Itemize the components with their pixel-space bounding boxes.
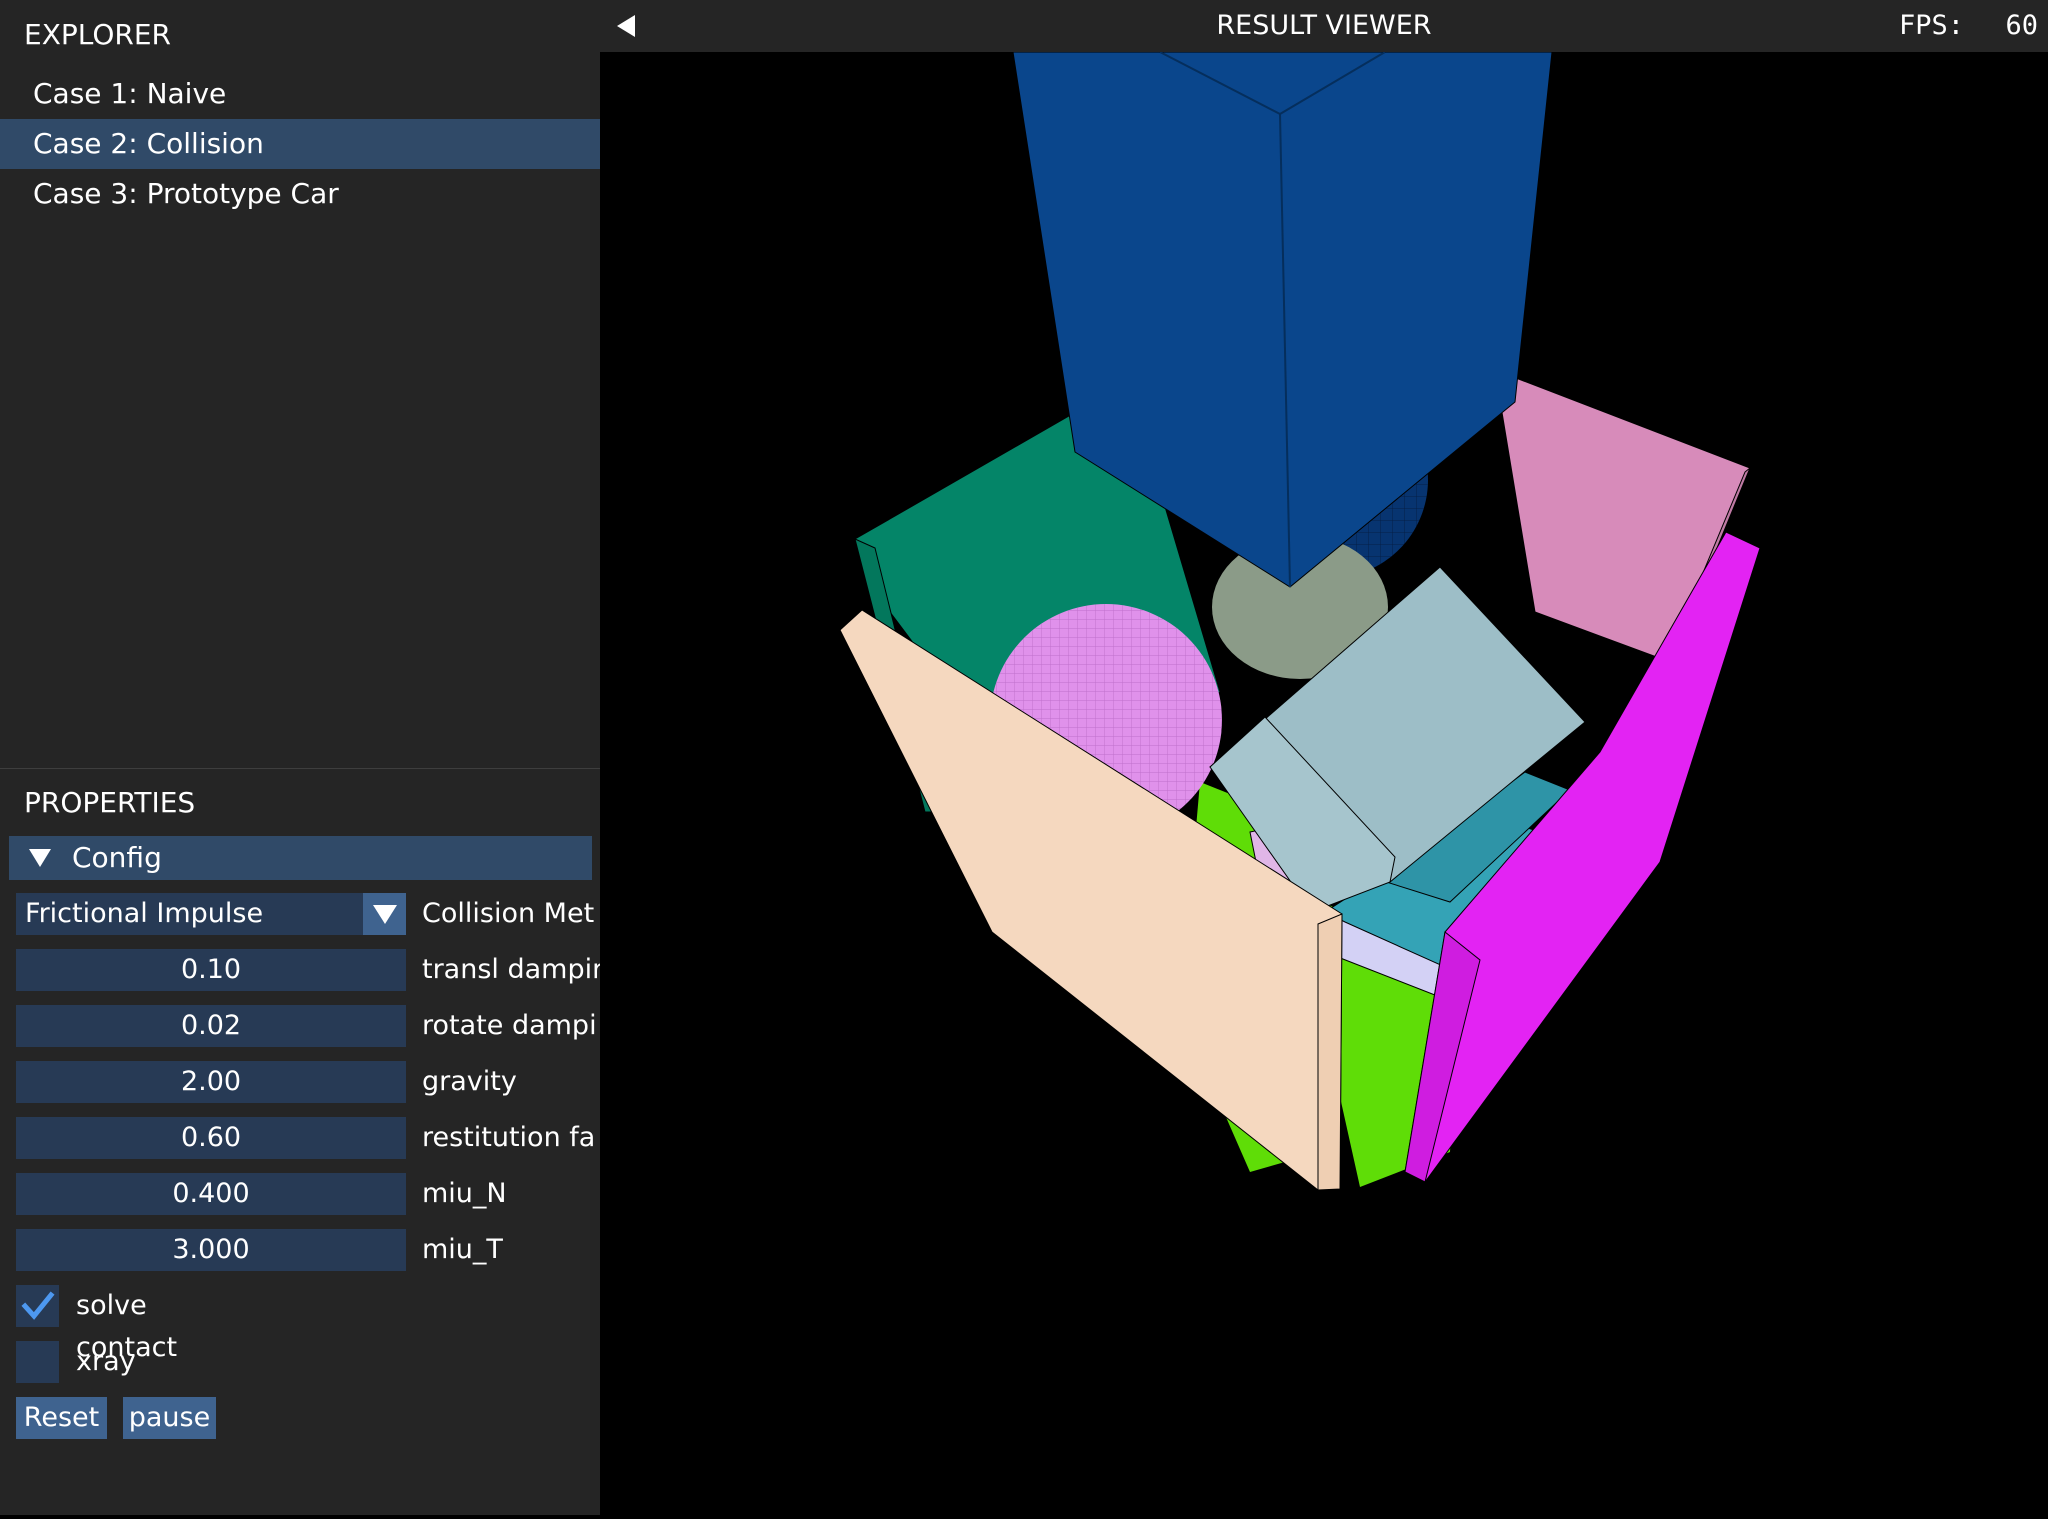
miu-t-label: miu_T <box>422 1234 503 1265</box>
rotate-damping-input[interactable]: 0.02 <box>16 1005 406 1047</box>
solve-contact-label: solve contact <box>76 1290 178 1363</box>
config-header[interactable]: Config <box>9 836 592 880</box>
collision-method-select[interactable]: Frictional Impulse <box>16 893 406 935</box>
xray-checkbox[interactable] <box>16 1341 59 1383</box>
scene-render[interactable] <box>600 51 2048 1515</box>
peach-wall-edge <box>1317 913 1343 1191</box>
transl-damping-input[interactable]: 0.10 <box>16 949 406 991</box>
solve-contact-checkbox[interactable] <box>16 1285 59 1327</box>
miu-n-label: miu_N <box>422 1178 507 1209</box>
explorer-item-label: Case 3: Prototype Car <box>33 177 339 210</box>
checkmark-icon <box>21 1291 55 1320</box>
collision-method-label: Collision Met <box>422 898 595 929</box>
config-header-label: Config <box>72 841 162 874</box>
fps-value: 60 <box>2005 10 2038 41</box>
explorer-title: EXPLORER <box>24 18 171 51</box>
restitution-input[interactable]: 0.60 <box>16 1117 406 1159</box>
explorer-item-case-2[interactable]: Case 2: Collision <box>0 119 600 169</box>
rotate-damping-label: rotate dampi <box>422 1010 597 1041</box>
left-panel: EXPLORER Case 1: Naive Case 2: Collision… <box>0 0 602 1515</box>
restitution-label: restitution fa <box>422 1122 596 1153</box>
gravity-label: gravity <box>422 1066 517 1097</box>
dropdown-button[interactable] <box>363 893 406 935</box>
miu-n-input[interactable]: 0.400 <box>16 1173 406 1215</box>
pause-button[interactable]: pause <box>123 1397 216 1439</box>
explorer-item-label: Case 1: Naive <box>33 77 227 110</box>
explorer-item-case-3[interactable]: Case 3: Prototype Car <box>0 169 600 219</box>
xray-label: xray <box>76 1346 136 1377</box>
caret-down-icon <box>373 905 397 924</box>
panel-divider[interactable] <box>0 768 600 769</box>
result-viewport[interactable] <box>600 51 2048 1515</box>
reset-button[interactable]: Reset <box>16 1397 107 1439</box>
collision-method-value: Frictional Impulse <box>25 898 264 929</box>
miu-t-input[interactable]: 3.000 <box>16 1229 406 1271</box>
properties-title: PROPERTIES <box>24 786 196 819</box>
gravity-input[interactable]: 2.00 <box>16 1061 406 1103</box>
explorer-item-label: Case 2: Collision <box>33 127 264 160</box>
explorer-item-case-1[interactable]: Case 1: Naive <box>0 69 600 119</box>
viewer-header: RESULT VIEWER FPS: 60 <box>600 0 2048 52</box>
viewer-title: RESULT VIEWER <box>1216 10 1432 41</box>
caret-down-icon <box>29 849 51 867</box>
transl-damping-label: transl dampir <box>422 954 602 985</box>
fps-label: FPS: <box>1898 10 1964 41</box>
